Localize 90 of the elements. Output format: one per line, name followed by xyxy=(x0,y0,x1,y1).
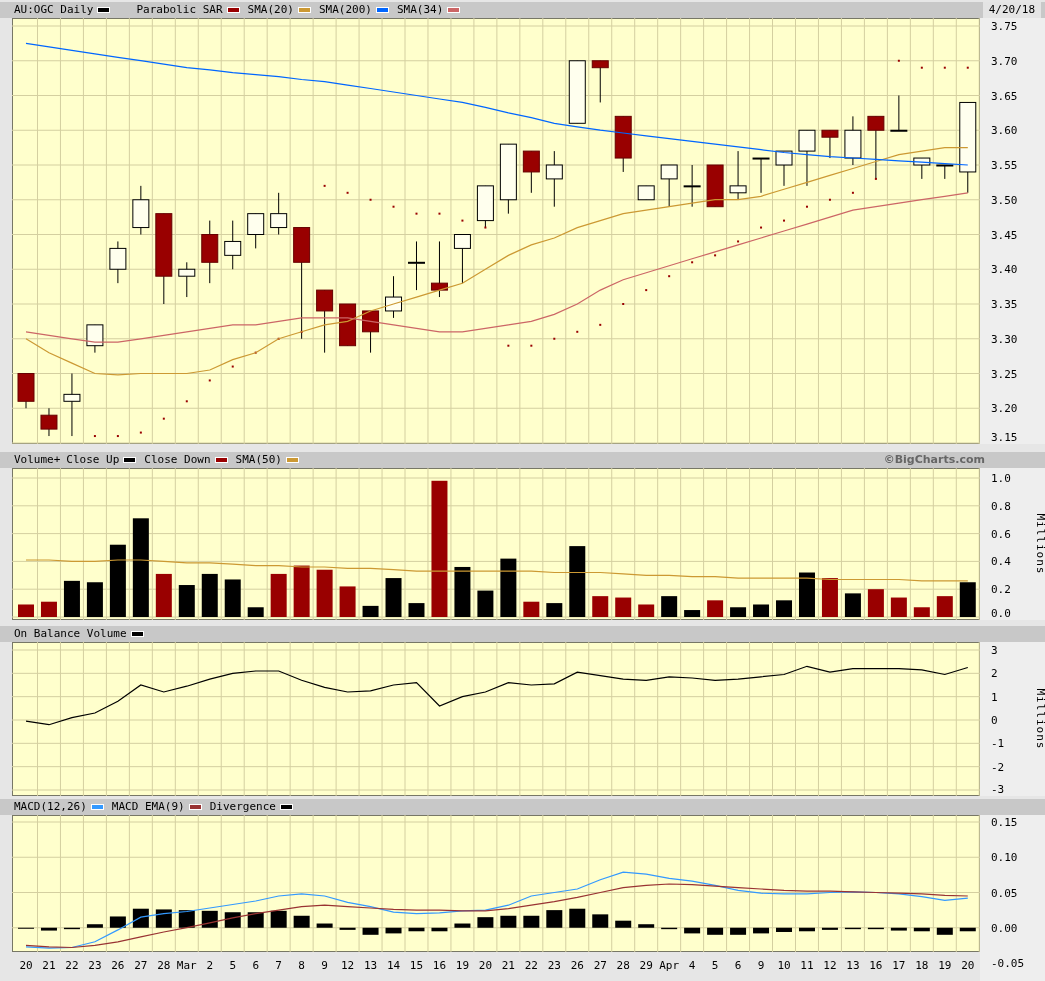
date-tick-label: 5 xyxy=(711,959,719,972)
date-tick-label: 21 xyxy=(501,959,515,972)
axis-tick-label: 1.0 xyxy=(991,472,1011,485)
date-tick-label: 5 xyxy=(229,959,237,972)
axis-tick-label: 3.55 xyxy=(991,159,1018,172)
date-tick-label: 8 xyxy=(298,959,305,972)
date-tick-label: 26 xyxy=(570,959,584,972)
date-tick-label: 22 xyxy=(524,959,538,972)
date-tick-label: 29 xyxy=(639,959,653,972)
axis-tick-label: 2 xyxy=(991,667,998,681)
date-tick-label: 16 xyxy=(869,959,883,972)
axis-tick-label: -0.05 xyxy=(991,957,1025,970)
legend-label: MACD(12,26) xyxy=(14,798,87,815)
axis-tick-label: -3 xyxy=(991,783,1005,796)
axis-tick-label: 3.45 xyxy=(991,228,1018,242)
date-tick-label: 12 xyxy=(340,959,355,972)
date-tick-label: Mar xyxy=(176,959,197,972)
axis-tick-label: 3.20 xyxy=(991,402,1018,416)
credit-label: ©BigCharts.com xyxy=(883,451,985,468)
date-label: 4/20/18 xyxy=(982,2,1041,18)
date-tick-label: 16 xyxy=(432,959,447,972)
axis-tick-label: 3.15 xyxy=(991,431,1018,444)
date-tick-label: 20 xyxy=(478,959,492,972)
axis-tick-label: 0 xyxy=(991,714,998,727)
date-tick-label: 19 xyxy=(455,959,470,972)
axis-tick-label: 0.10 xyxy=(991,851,1018,865)
date-tick-label: 28 xyxy=(616,959,630,972)
date-tick-label: 15 xyxy=(409,959,424,972)
axis-tick-label: 3.65 xyxy=(991,89,1018,103)
legend-label: SMA(34) xyxy=(396,1,444,18)
date-tick-label: 4 xyxy=(688,959,696,972)
date-tick-label: 2 xyxy=(206,959,214,972)
date-tick-label: 9 xyxy=(321,959,328,972)
date-tick-label: 11 xyxy=(800,959,814,972)
axis-tick-label: 3.75 xyxy=(991,20,1018,33)
date-tick-label: 22 xyxy=(65,959,79,972)
axis-tick-label: 3.25 xyxy=(991,367,1018,381)
axis-tick-label: 0.0 xyxy=(991,607,1011,620)
legend-label: MACD EMA(9) xyxy=(111,798,185,815)
axis-tick-label: -2 xyxy=(991,760,1005,774)
axis-tick-label: 0.05 xyxy=(991,886,1018,900)
axis-tick-label: 3.50 xyxy=(991,193,1018,207)
legend-label: On Balance Volume xyxy=(14,625,127,642)
date-tick-label: 6 xyxy=(252,959,259,972)
axis-tick-label: 3 xyxy=(991,644,998,657)
date-tick-label: 20 xyxy=(19,959,33,972)
axis-tick-label: 3.60 xyxy=(991,124,1018,138)
axis-title: Millions xyxy=(1034,688,1045,750)
legend-label: Close Up xyxy=(66,451,120,468)
axis-tick-label: 3.70 xyxy=(991,54,1018,68)
axis-title: Millions xyxy=(1034,513,1045,575)
date-tick-label: 23 xyxy=(88,959,102,972)
date-tick-label: 21 xyxy=(42,959,56,972)
axis-tick-label: 0.8 xyxy=(991,499,1011,513)
legend-label: AU:OGC Daily xyxy=(14,1,94,18)
axis-tick-label: 0.00 xyxy=(991,921,1018,935)
date-tick-label: 12 xyxy=(823,959,837,972)
date-tick-label: 23 xyxy=(547,959,561,972)
date-tick-label: 19 xyxy=(938,959,952,972)
date-tick-label: 13 xyxy=(846,959,860,972)
axis-tick-label: 0.6 xyxy=(991,527,1011,541)
axis-tick-label: 3.40 xyxy=(991,263,1018,277)
date-tick-label: 6 xyxy=(734,959,742,972)
axis-tick-label: 0.15 xyxy=(991,816,1018,829)
legend-label: Divergence xyxy=(209,798,276,815)
date-tick-label: 27 xyxy=(593,959,607,972)
legend-label: SMA(50) xyxy=(235,451,282,468)
date-tick-label: 9 xyxy=(757,959,765,972)
axis-tick-label: 0.2 xyxy=(991,583,1011,597)
date-tick-label: 7 xyxy=(275,959,282,972)
legend-label: SMA(20) xyxy=(247,1,294,18)
legend-label: Parabolic SAR xyxy=(136,1,223,18)
axis-tick-label: 0.4 xyxy=(991,555,1011,569)
axis-tick-label: 3.30 xyxy=(991,332,1018,346)
date-tick-label: 26 xyxy=(111,959,125,972)
date-tick-label: 14 xyxy=(386,959,401,972)
panel-title: Volume+ xyxy=(14,451,61,468)
date-tick-label: Apr xyxy=(659,959,680,972)
date-tick-label: 20 xyxy=(961,959,975,972)
legend-label: SMA(200) xyxy=(318,1,372,18)
date-tick-label: 28 xyxy=(157,959,171,972)
date-tick-label: 13 xyxy=(363,959,378,972)
axis-tick-label: 3.35 xyxy=(991,298,1018,311)
axis-tick-label: 1 xyxy=(991,690,998,704)
axis-tick-label: -1 xyxy=(991,737,1005,751)
date-tick-label: 18 xyxy=(915,959,929,972)
legend-label: Close Down xyxy=(144,451,211,468)
date-tick-label: 27 xyxy=(134,959,148,972)
date-tick-label: 17 xyxy=(892,959,906,972)
date-tick-label: 10 xyxy=(777,959,791,972)
